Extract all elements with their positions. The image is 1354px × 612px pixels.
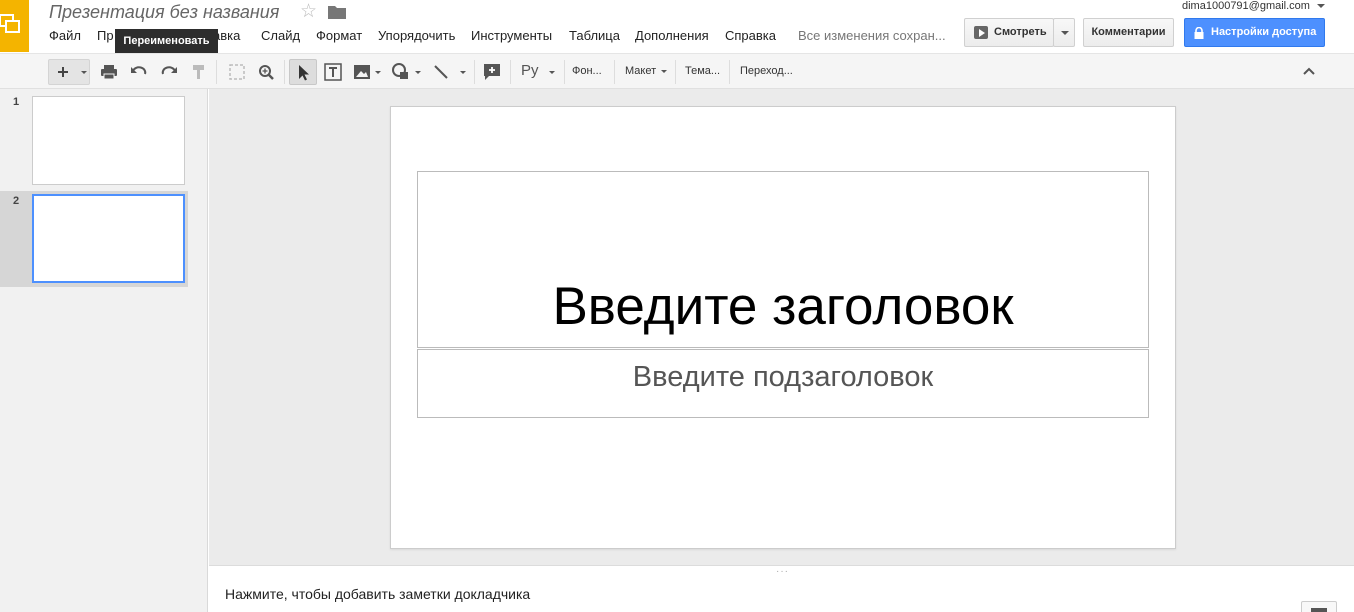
transition-button[interactable]: Переход... [740, 65, 793, 77]
image-icon [354, 65, 370, 79]
menu-format[interactable]: Формат [316, 28, 362, 43]
input-tools-button[interactable]: Ру [514, 59, 560, 85]
share-button[interactable]: Настройки доступа [1184, 18, 1325, 47]
fit-button[interactable] [226, 59, 248, 85]
title-placeholder: Введите заголовок [552, 277, 1014, 336]
slide-number: 2 [13, 195, 20, 207]
redo-icon [161, 66, 177, 75]
redo-button[interactable] [158, 59, 180, 85]
present-button-label: Смотреть [994, 26, 1047, 38]
select-cursor-icon [299, 65, 309, 81]
speaker-notes-placeholder[interactable]: Нажмите, чтобы добавить заметки докладчи… [225, 586, 530, 602]
slide-filmstrip: 1 2 [0, 89, 208, 612]
share-button-label: Настройки доступа [1211, 26, 1317, 38]
undo-button[interactable] [128, 59, 150, 85]
menu-table[interactable]: Таблица [569, 28, 620, 43]
chevron-down-icon [460, 71, 466, 74]
zoom-icon [259, 65, 274, 80]
theme-button[interactable]: Тема... [685, 65, 720, 77]
menu-file[interactable]: Файл [49, 28, 81, 43]
line-button[interactable] [430, 59, 468, 85]
comments-button[interactable]: Комментарии [1083, 18, 1174, 47]
print-button[interactable] [98, 59, 120, 85]
paint-format-icon [193, 65, 204, 79]
play-icon [974, 26, 988, 39]
chevron-down-icon [81, 71, 87, 74]
menu-edit[interactable]: Пр [97, 28, 114, 43]
zoom-button[interactable] [255, 59, 277, 85]
shape-button[interactable] [390, 59, 422, 85]
toolbar-separator [564, 60, 565, 84]
line-icon [434, 65, 448, 79]
toolbar-separator [216, 60, 217, 84]
plus-icon [58, 67, 68, 77]
text-box-button[interactable] [322, 59, 344, 85]
folder-icon[interactable] [328, 5, 346, 19]
notes-toggle-icon [1311, 608, 1327, 612]
account-email[interactable]: dima1000791@gmail.com [1182, 0, 1310, 12]
image-button[interactable] [351, 59, 383, 85]
toolbar-separator [284, 60, 285, 84]
menu-addons[interactable]: Дополнения [635, 28, 709, 43]
subtitle-placeholder: Введите подзаголовок [632, 361, 934, 393]
save-status: Все изменения сохран... [798, 28, 946, 43]
slides-logo-icon [0, 14, 20, 33]
slide-thumbnail-2[interactable] [32, 194, 185, 283]
present-dropdown-button[interactable] [1053, 18, 1075, 47]
subtitle-placeholder-box[interactable]: Введите подзаголовок [417, 349, 1149, 418]
text-box-icon [324, 63, 342, 81]
layout-button[interactable]: Макет [625, 65, 656, 77]
toolbar: Ру Фон... Макет Тема... Переход... [0, 53, 1354, 89]
account-caret-icon[interactable] [1317, 4, 1325, 8]
current-slide[interactable]: Введите заголовок Введите подзаголовок [390, 106, 1176, 549]
toolbar-separator [474, 60, 475, 84]
present-button[interactable]: Смотреть [964, 18, 1054, 47]
background-button[interactable]: Фон... [572, 65, 602, 77]
slides-logo[interactable] [0, 0, 29, 52]
menu-tools[interactable]: Инструменты [471, 28, 552, 43]
toolbar-separator [675, 60, 676, 84]
input-tools-label: Ру [521, 62, 539, 79]
collapse-chevron-icon [1303, 67, 1315, 75]
print-icon [101, 65, 117, 80]
select-tool-button[interactable] [289, 59, 317, 85]
menu-arrange[interactable]: Упорядочить [378, 28, 455, 43]
title-placeholder-box[interactable]: Введите заголовок [417, 171, 1149, 348]
undo-icon [131, 66, 147, 75]
slide-thumbnail-1[interactable] [32, 96, 185, 185]
fit-icon [229, 64, 245, 80]
add-comment-button[interactable] [481, 59, 503, 85]
speaker-notes-panel[interactable]: ··· Нажмите, чтобы добавить заметки докл… [209, 565, 1354, 612]
toolbar-separator [614, 60, 615, 84]
new-slide-button[interactable] [48, 59, 90, 85]
collapse-toolbar-button[interactable] [1298, 59, 1320, 85]
shape-icon [392, 63, 408, 79]
add-comment-icon [484, 64, 500, 80]
menu-slide[interactable]: Слайд [261, 28, 300, 43]
paint-format-button[interactable] [188, 59, 210, 85]
notes-toggle-button[interactable] [1301, 601, 1337, 612]
rename-tooltip: Переименовать [115, 29, 218, 53]
slides-editor-window: Презентация без названия ☆ Файл Пр авка … [0, 0, 1354, 612]
chevron-down-icon [549, 71, 555, 74]
notes-resize-handle[interactable]: ··· [776, 566, 789, 577]
chevron-down-icon[interactable] [661, 70, 667, 73]
toolbar-separator [729, 60, 730, 84]
chevron-down-icon [1061, 31, 1069, 35]
chevron-down-icon [375, 71, 381, 74]
document-title[interactable]: Презентация без названия [49, 2, 279, 23]
slide-number: 1 [13, 96, 20, 108]
menu-help[interactable]: Справка [725, 28, 776, 43]
chevron-down-icon [415, 71, 421, 74]
star-icon[interactable]: ☆ [300, 2, 317, 22]
lock-icon [1194, 27, 1204, 39]
toolbar-separator [510, 60, 511, 84]
